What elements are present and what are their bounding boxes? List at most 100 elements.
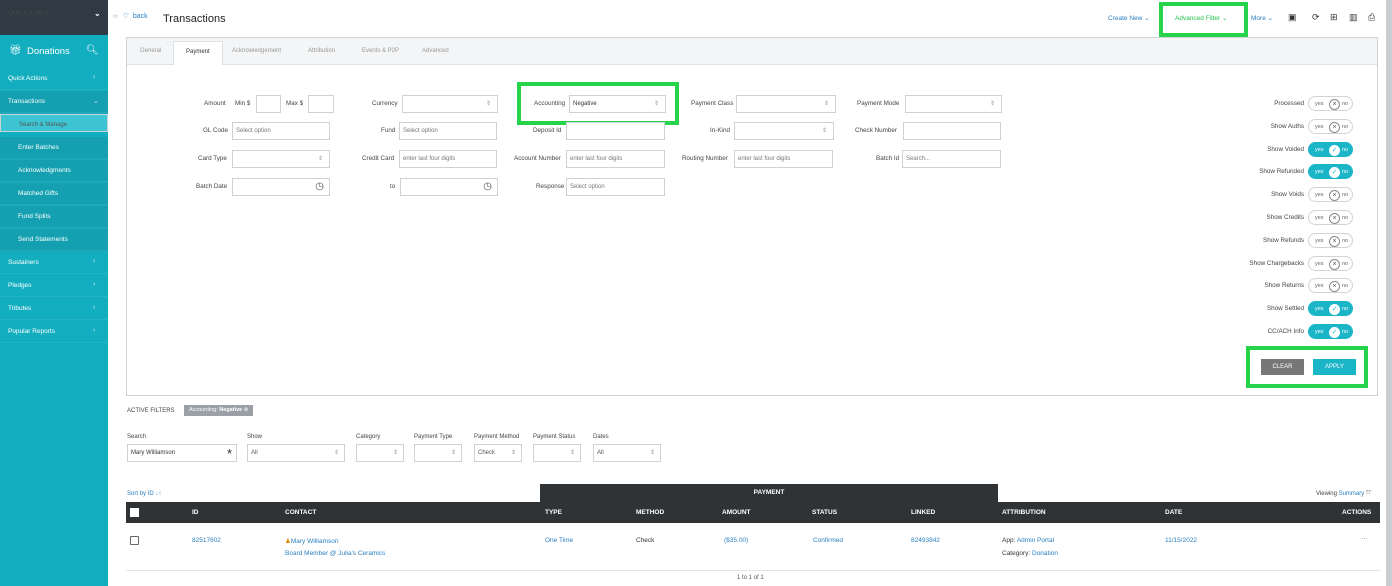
close-icon[interactable]: ⊗ bbox=[244, 407, 249, 413]
account-number-input[interactable]: enter last four digits bbox=[566, 150, 665, 168]
sidebar-item-enter-batches[interactable]: Enter Batches bbox=[0, 137, 108, 159]
attr-app-link[interactable]: Admin Portal bbox=[1017, 537, 1054, 544]
contact-link[interactable]: Mary Williamson bbox=[291, 538, 339, 545]
sidebar-item-search-manage[interactable]: Search & Manage bbox=[0, 114, 108, 132]
sidebar-item-acknowledgments[interactable]: Acknowledgments bbox=[0, 160, 108, 182]
create-new-button[interactable]: Create New ⌄ bbox=[1108, 14, 1150, 22]
row-status[interactable]: Confirmed bbox=[813, 537, 843, 544]
row-type[interactable]: One Time bbox=[545, 537, 573, 544]
payment-status-select[interactable]: ⇕ bbox=[533, 444, 581, 462]
tab-events-p2p[interactable]: Events & P2P bbox=[362, 48, 399, 54]
row-id[interactable]: 82517602 bbox=[192, 537, 221, 544]
row-amount[interactable]: ($35.00) bbox=[724, 537, 748, 544]
sidebar-item-quick-actions[interactable]: Quick Actions › bbox=[0, 68, 108, 90]
toggle-switch[interactable]: yes ✓ no bbox=[1308, 301, 1353, 317]
toggle-switch[interactable]: yes × no bbox=[1308, 96, 1353, 111]
amount-min-input[interactable] bbox=[256, 95, 281, 113]
gl-code-select[interactable]: Select option bbox=[232, 122, 330, 140]
back-link[interactable]: back bbox=[133, 13, 148, 20]
batch-date-from-input[interactable]: ◷ bbox=[232, 178, 330, 196]
column-attribution[interactable]: ATTRIBUTION bbox=[1002, 509, 1046, 516]
column-id[interactable]: ID bbox=[192, 509, 199, 516]
print-icon[interactable]: ⎙ bbox=[1368, 12, 1375, 23]
tab-advanced[interactable]: Advanced bbox=[422, 48, 449, 54]
toggle-switch[interactable]: yes × no bbox=[1308, 232, 1353, 248]
select-all-checkbox[interactable] bbox=[130, 508, 139, 517]
column-status[interactable]: STATUS bbox=[812, 509, 837, 516]
card-type-select[interactable]: ⇕ bbox=[232, 150, 330, 168]
currency-select[interactable]: ⇕ bbox=[402, 95, 498, 113]
sidebar-item-popular-reports[interactable]: Popular Reports › bbox=[0, 321, 108, 343]
column-contact[interactable]: CONTACT bbox=[285, 509, 316, 516]
column-method[interactable]: METHOD bbox=[636, 509, 664, 516]
response-select[interactable]: Select option bbox=[566, 178, 665, 196]
clock-icon[interactable]: ◷ bbox=[483, 181, 492, 192]
refresh-icon[interactable]: ⟳ bbox=[1312, 12, 1320, 23]
sidebar-item-pledges[interactable]: Pledges › bbox=[0, 275, 108, 297]
toggle-switch[interactable]: yes ✓ no bbox=[1308, 324, 1353, 339]
routing-number-input[interactable]: enter last four digits bbox=[734, 150, 833, 168]
clock-icon[interactable]: ◷ bbox=[315, 181, 324, 192]
tab-attribution[interactable]: Attribution bbox=[308, 48, 335, 54]
sidebar-item-sustainers[interactable]: Sustainers › bbox=[0, 252, 108, 274]
toggle-switch[interactable]: yes ✓ no bbox=[1308, 141, 1353, 157]
expand-icon[interactable]: ⤧ bbox=[1366, 491, 1371, 497]
in-kind-select[interactable]: ⇕ bbox=[734, 122, 834, 140]
toggle-switch[interactable]: yes × no bbox=[1308, 187, 1353, 203]
tab-payment[interactable]: Payment bbox=[173, 41, 223, 65]
toggle-switch[interactable]: yes × no bbox=[1308, 210, 1353, 225]
amount-max-input[interactable] bbox=[308, 95, 334, 113]
clear-button[interactable]: CLEAR bbox=[1261, 359, 1304, 375]
heart-icon[interactable]: ♡ bbox=[123, 13, 129, 20]
chart-icon[interactable]: ▥ bbox=[1349, 12, 1358, 23]
show-select[interactable]: All ⇕ bbox=[247, 444, 345, 462]
row-linked[interactable]: 82493842 bbox=[911, 537, 940, 544]
sidebar-item-tributes[interactable]: Tributes › bbox=[0, 298, 108, 320]
credit-card-input[interactable]: enter last four digits bbox=[399, 150, 497, 168]
row-date[interactable]: 11/15/2022 bbox=[1165, 537, 1197, 544]
sidebar-item-transactions[interactable]: Transactions ⌄ bbox=[0, 91, 108, 113]
attr-cat-link[interactable]: Donation bbox=[1032, 550, 1058, 557]
toggle-switch[interactable]: yes ✓ no bbox=[1308, 164, 1353, 180]
apply-button[interactable]: APPLY bbox=[1313, 359, 1356, 375]
summary-link[interactable]: Summary bbox=[1339, 491, 1365, 497]
toggle-switch[interactable]: yes × no bbox=[1308, 255, 1353, 271]
row-actions-icon[interactable]: ··· bbox=[1361, 535, 1368, 542]
tab-general[interactable]: General bbox=[140, 48, 161, 54]
columns-icon[interactable]: ⊞ bbox=[1330, 12, 1338, 23]
check-number-input[interactable] bbox=[903, 122, 1001, 140]
sidebar-item-send-statements[interactable]: Send Statements bbox=[0, 229, 108, 251]
tab-acknowledgement[interactable]: Acknowledgement bbox=[232, 48, 281, 54]
column-type[interactable]: TYPE bbox=[545, 509, 562, 516]
category-select[interactable]: ⇕ bbox=[356, 444, 404, 462]
toggle-switch[interactable]: yes × no bbox=[1308, 278, 1353, 294]
batch-id-input[interactable]: Search... bbox=[902, 150, 1001, 168]
accounting-select[interactable]: Negative ⇕ bbox=[569, 95, 666, 113]
expand-arrows-icon[interactable]: ‹› bbox=[113, 13, 118, 20]
column-date[interactable]: DATE bbox=[1165, 509, 1182, 516]
active-filter-chip[interactable]: Accounting: Negative ⊗ bbox=[184, 405, 254, 416]
batch-date-to-input[interactable]: ◷ bbox=[400, 178, 498, 196]
column-amount[interactable]: AMOUNT bbox=[722, 509, 751, 516]
chevron-down-icon: ⌄ bbox=[93, 98, 99, 105]
search-icon[interactable]: 🔍︎ bbox=[86, 45, 99, 56]
sidebar-item-matched-gifts[interactable]: Matched Gifts bbox=[0, 183, 108, 205]
deposit-id-input[interactable] bbox=[566, 122, 665, 140]
sort-by-link[interactable]: Sort by ID ↓↑ bbox=[127, 491, 161, 497]
quick-links-button[interactable]: QUICK LINKS ⌄ bbox=[0, 0, 108, 35]
notifications-icon[interactable]: ▣ bbox=[1288, 12, 1297, 23]
dates-select[interactable]: All ⇕ bbox=[593, 444, 661, 462]
scrollbar[interactable] bbox=[1386, 0, 1392, 586]
column-linked[interactable]: LINKED bbox=[911, 509, 935, 516]
fund-select[interactable]: Select option bbox=[399, 122, 497, 140]
more-button[interactable]: More ⌄ bbox=[1251, 14, 1273, 22]
payment-class-select[interactable]: ⇕ bbox=[736, 95, 836, 113]
sidebar-item-fund-splits[interactable]: Fund Splits bbox=[0, 206, 108, 228]
row-checkbox[interactable] bbox=[130, 536, 139, 545]
search-input[interactable]: Mary Williamson * bbox=[127, 444, 237, 462]
payment-mode-select[interactable]: ⇕ bbox=[905, 95, 1002, 113]
toggle-switch[interactable]: yes × no bbox=[1308, 118, 1353, 134]
payment-type-select[interactable]: ⇕ bbox=[414, 444, 462, 462]
payment-method-select[interactable]: Check ⇕ bbox=[474, 444, 522, 462]
row-contact-sub[interactable]: Board Member @ Julia's Ceramics bbox=[285, 550, 385, 557]
